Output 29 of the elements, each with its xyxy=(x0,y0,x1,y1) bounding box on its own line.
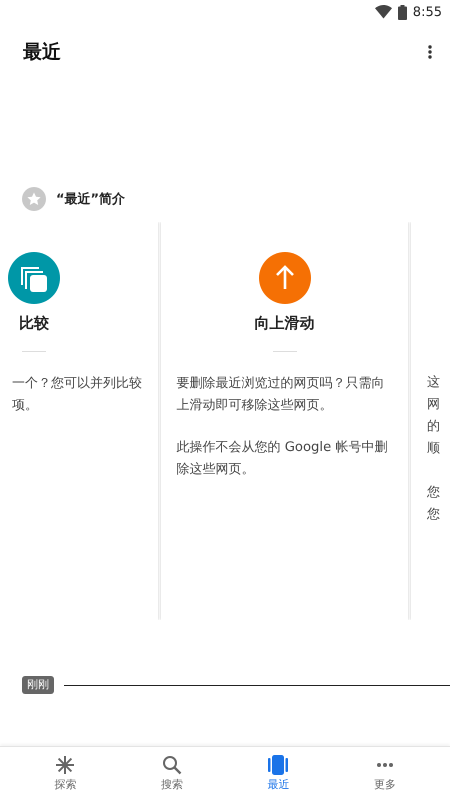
nav-tab[interactable]: 搜索 xyxy=(118,747,225,800)
battery-icon xyxy=(398,4,407,20)
time-chip: 刚刚 xyxy=(22,676,54,694)
nav-tab[interactable]: 最近 xyxy=(225,747,332,800)
card-text: 这 xyxy=(427,374,441,392)
menu-icon xyxy=(428,45,432,59)
card-text: 要删除最近浏览过的网页吗？只需向上滑动即可移除这些网页。 xyxy=(176,375,386,415)
page-title: 最近 xyxy=(23,40,61,65)
card-text: 顺 xyxy=(427,440,441,458)
more-icon xyxy=(376,763,394,767)
card-text: 您 xyxy=(427,506,441,524)
card-text: 您 xyxy=(427,484,441,502)
wifi-icon xyxy=(374,5,392,19)
card-text: 的 xyxy=(427,418,441,436)
card-title: 比较 xyxy=(19,314,49,333)
cards-icon xyxy=(268,755,288,775)
card-text: 一个？您可以并列比较 xyxy=(12,375,142,393)
arrow-up-icon xyxy=(258,252,310,304)
nav-tab[interactable]: 探索 xyxy=(12,747,118,800)
card-text: 项。 xyxy=(12,397,39,415)
card-title: 向上滑动 xyxy=(254,314,314,333)
search-icon xyxy=(162,755,182,775)
status-time: 8:55 xyxy=(412,4,442,20)
nav-tab[interactable]: 更多 xyxy=(332,747,438,800)
card-text: 此操作不会从您的 Google 帐号中删除这些网页。 xyxy=(176,439,388,479)
card-text: 网 xyxy=(427,396,441,414)
section-title: “最近”简介 xyxy=(56,191,126,208)
asterisk-icon xyxy=(55,755,76,775)
copy-icon xyxy=(8,252,60,304)
